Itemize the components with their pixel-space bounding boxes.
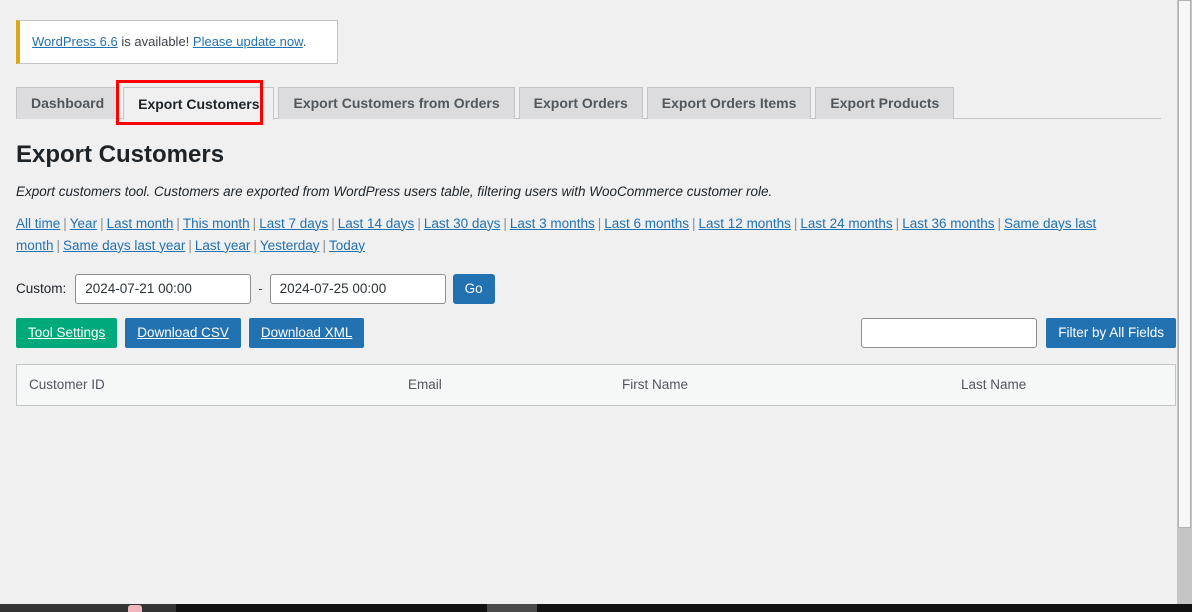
range-link-last-12-months[interactable]: Last 12 months <box>699 216 791 231</box>
taskbar-secondary-segment[interactable] <box>487 604 537 612</box>
range-link-last-7-days[interactable]: Last 7 days <box>259 216 328 231</box>
tab-export-customers-from-orders[interactable]: Export Customers from Orders <box>278 86 515 119</box>
range-link-last-14-days[interactable]: Last 14 days <box>338 216 415 231</box>
browser-viewport: WordPress 6.6 is available! Please updat… <box>0 0 1192 604</box>
vertical-scrollbar-thumb[interactable] <box>1178 0 1191 528</box>
update-notice-text-middle: is available! <box>117 34 193 49</box>
custom-range-label: Custom: <box>16 281 67 297</box>
range-link-last-year[interactable]: Last year <box>195 238 251 253</box>
nav-tab-bar: Dashboard Export Customers Export Customer… <box>16 86 1161 120</box>
range-link-last-36-months[interactable]: Last 36 months <box>902 216 994 231</box>
range-link-year[interactable]: Year <box>70 216 97 231</box>
please-update-now-link[interactable]: Please update now <box>193 34 303 49</box>
date-to-input[interactable] <box>269 273 446 304</box>
tab-dashboard[interactable]: Dashboard <box>16 86 120 119</box>
range-link-separator: | <box>252 215 257 231</box>
custom-date-range-row: Custom: - Go <box>16 273 1177 304</box>
range-link-today[interactable]: Today <box>329 238 365 253</box>
range-link-separator: | <box>503 215 507 231</box>
update-notice-text-end: . <box>302 34 307 49</box>
wordpress-version-link[interactable]: WordPress 6.6 <box>32 34 118 49</box>
range-link-separator: | <box>895 215 900 231</box>
table-header-row: Customer ID Email First Name Last Name <box>16 364 1176 406</box>
range-link-separator: | <box>793 215 798 231</box>
range-link-last-24-months[interactable]: Last 24 months <box>800 216 892 231</box>
vertical-scrollbar-track[interactable] <box>1177 0 1192 604</box>
page-description: Export customers tool. Customers are exp… <box>16 183 773 199</box>
os-taskbar <box>0 604 1192 612</box>
tab-export-orders-items[interactable]: Export Orders Items <box>646 86 812 119</box>
download-xml-button[interactable]: Download XML <box>248 317 365 348</box>
download-csv-button[interactable]: Download CSV <box>125 317 241 348</box>
column-header-first-name[interactable]: First Name <box>610 364 949 405</box>
range-link-separator: | <box>56 237 61 253</box>
range-link-same-days-last-year[interactable]: Same days last year <box>63 238 185 253</box>
column-header-email[interactable]: Email <box>396 364 610 405</box>
wordpress-admin-page: WordPress 6.6 is available! Please updat… <box>0 0 1177 604</box>
range-link-separator: | <box>253 237 257 253</box>
range-link-yesterday[interactable]: Yesterday <box>260 238 320 253</box>
filter-controls: Filter by All Fields <box>861 317 1176 348</box>
range-link-last-30-days[interactable]: Last 30 days <box>424 216 501 231</box>
taskbar-window-segment[interactable] <box>0 604 176 612</box>
tab-export-customers[interactable]: Export Customers <box>123 86 275 120</box>
range-link-separator: | <box>176 215 180 231</box>
range-link-last-3-months[interactable]: Last 3 months <box>510 216 595 231</box>
filter-by-all-fields-button[interactable]: Filter by All Fields <box>1046 317 1176 348</box>
tool-settings-button[interactable]: Tool Settings <box>16 317 118 348</box>
range-link-separator: | <box>692 215 696 231</box>
range-link-all-time[interactable]: All time <box>16 216 60 231</box>
range-link-separator: | <box>331 215 335 231</box>
range-link-separator: | <box>597 215 602 231</box>
range-link-separator: | <box>63 215 67 231</box>
range-link-separator: | <box>322 237 326 253</box>
go-button[interactable]: Go <box>452 273 495 304</box>
date-range-links: All time | Year | Last month | This month | Last… <box>16 213 1176 257</box>
range-link-separator: | <box>417 215 421 231</box>
table-head: Customer ID Email First Name Last Name <box>16 364 1176 406</box>
range-link-separator: | <box>100 215 104 231</box>
column-header-last-name[interactable]: Last Name <box>949 364 1176 405</box>
action-bar: Tool Settings Download CSV Download XML … <box>16 317 1176 348</box>
range-link-separator: | <box>997 215 1002 231</box>
date-range-separator: - <box>258 281 263 297</box>
column-header-customer-id[interactable]: Customer ID <box>17 364 397 405</box>
tab-export-products[interactable]: Export Products <box>815 86 955 119</box>
update-notice: WordPress 6.6 is available! Please updat… <box>16 20 338 64</box>
range-link-separator: | <box>188 237 192 253</box>
taskbar-app-icon[interactable] <box>128 605 142 612</box>
date-from-input[interactable] <box>75 273 252 304</box>
range-link-this-month[interactable]: This month <box>183 216 250 231</box>
customers-results-table: Customer ID Email First Name Last Name <box>16 363 1176 406</box>
range-link-last-month[interactable]: Last month <box>107 216 174 231</box>
page-title: Export Customers <box>16 140 225 168</box>
filter-search-input[interactable] <box>861 317 1038 348</box>
tab-export-orders[interactable]: Export Orders <box>518 86 643 119</box>
range-link-last-6-months[interactable]: Last 6 months <box>604 216 689 231</box>
